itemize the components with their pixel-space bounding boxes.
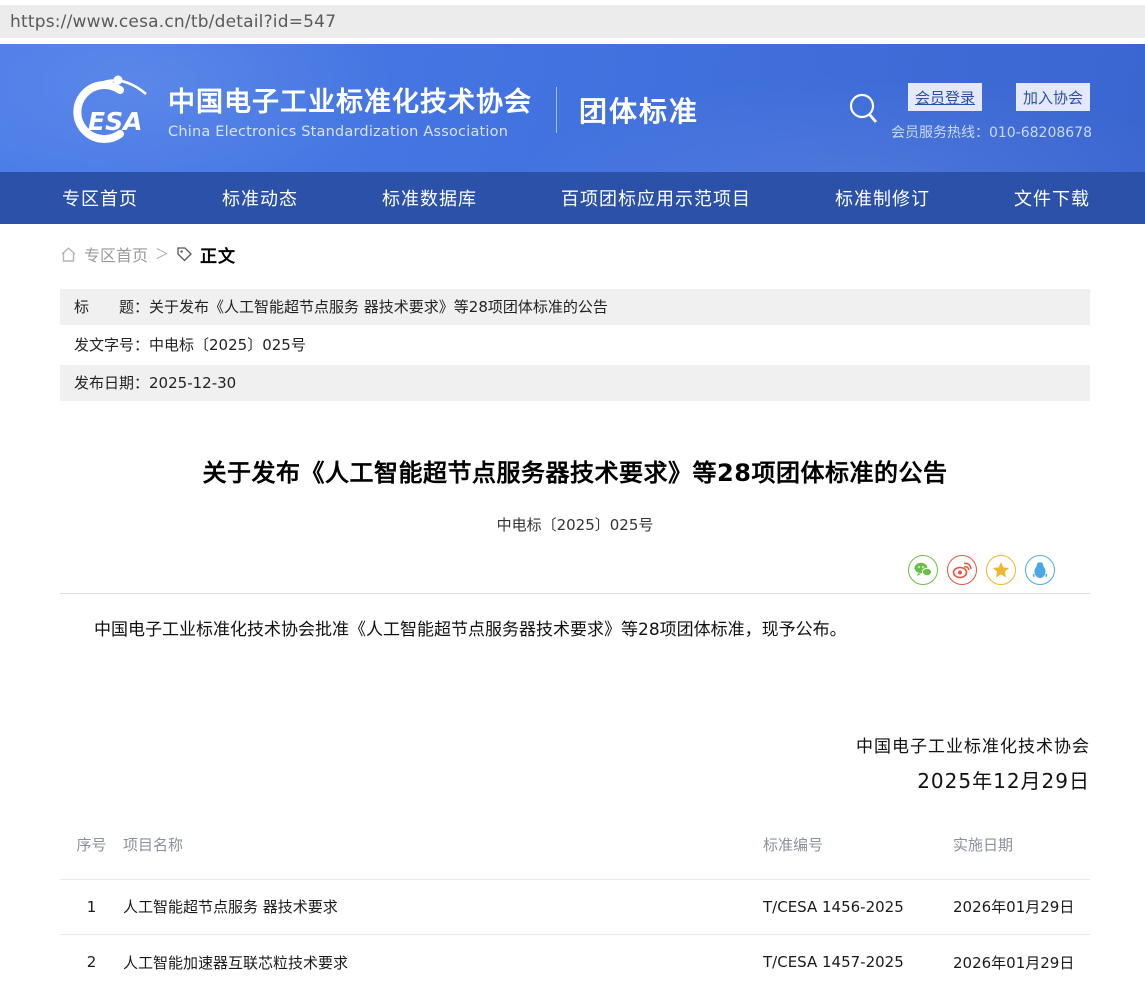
tag-icon (176, 246, 193, 263)
cesa-logo-icon[interactable]: ESA (58, 74, 162, 146)
share-qq-icon[interactable] (1025, 555, 1055, 585)
meta-title-row: 标 题：关于发布《人工智能超节点服务 器技术要求》等28项团体标准的公告 (60, 289, 1090, 325)
meta-date-label: 发布日期： (74, 374, 149, 392)
col-header-name: 项目名称 (123, 834, 763, 855)
col-header-code: 标准编号 (763, 834, 953, 855)
share-weibo-icon[interactable] (947, 555, 977, 585)
content-divider (60, 593, 1090, 594)
meta-date-value: 2025-12-30 (149, 374, 236, 392)
signature-org: 中国电子工业标准化技术协会 (60, 732, 1090, 757)
nav-item-standard-database[interactable]: 标准数据库 (382, 185, 477, 211)
header-branding: ESA 中国电子工业标准化技术协会 China Electronics Stan… (58, 74, 699, 146)
signature-date: 2025年12月29日 (60, 765, 1090, 794)
share-toolbar (60, 555, 1090, 585)
meta-title-label: 标 题： (74, 298, 149, 316)
home-icon (60, 246, 77, 263)
org-name-block: 中国电子工业标准化技术协会 China Electronics Standard… (168, 80, 532, 140)
cell-code: T/CESA 1457-2025 (763, 953, 953, 971)
breadcrumb: 专区首页 ＞ 正文 (60, 239, 1145, 269)
site-section-title: 团体标准 (579, 90, 699, 130)
nav-item-file-download[interactable]: 文件下载 (1014, 185, 1090, 211)
org-name-cn: 中国电子工业标准化技术协会 (168, 80, 532, 119)
header-divider (556, 87, 557, 133)
meta-docno-row: 发文字号：中电标〔2025〕025号 (60, 327, 1090, 363)
col-header-date: 实施日期 (953, 834, 1090, 855)
join-association-label: 加入协会 (1023, 87, 1083, 108)
cell-no: 1 (60, 898, 123, 916)
browser-chrome: https://www.cesa.cn/tb/detail?id=547 (0, 0, 1145, 38)
main-nav: 专区首页 标准动态 标准数据库 百项团标应用示范项目 标准制修订 文件下载 (0, 172, 1145, 224)
article-body: 中国电子工业标准化技术协会批准《人工智能超节点服务器技术要求》等28项团体标准，… (60, 618, 1090, 644)
breadcrumb-current: 正文 (200, 242, 236, 267)
article-signature: 中国电子工业标准化技术协会 2025年12月29日 (60, 732, 1090, 794)
nav-item-standard-revision[interactable]: 标准制修订 (835, 185, 930, 211)
col-header-no: 序号 (60, 834, 123, 855)
share-qzone-icon[interactable] (986, 555, 1016, 585)
meta-docno-value: 中电标〔2025〕025号 (149, 336, 306, 354)
article-title: 关于发布《人工智能超节点服务器技术要求》等28项团体标准的公告 (60, 453, 1090, 488)
content-area: 标 题：关于发布《人工智能超节点服务 器技术要求》等28项团体标准的公告 发文字… (60, 289, 1090, 990)
table-header-row: 序号 项目名称 标准编号 实施日期 (60, 834, 1090, 880)
breadcrumb-separator: ＞ (155, 244, 169, 264)
document-meta: 标 题：关于发布《人工智能超节点服务 器技术要求》等28项团体标准的公告 发文字… (60, 289, 1090, 401)
nav-item-standard-news[interactable]: 标准动态 (222, 185, 298, 211)
cell-no: 2 (60, 953, 123, 971)
header-buttons: 会员登录 加入协会 (908, 83, 1090, 111)
share-wechat-icon[interactable] (908, 555, 938, 585)
standards-table: 序号 项目名称 标准编号 实施日期 1 人工智能超节点服务 器技术要求 T/CE… (60, 834, 1090, 990)
breadcrumb-home-link[interactable]: 专区首页 (84, 242, 148, 266)
table-row[interactable]: 1 人工智能超节点服务 器技术要求 T/CESA 1456-2025 2026年… (60, 880, 1090, 935)
member-login-label: 会员登录 (915, 87, 975, 108)
meta-docno-label: 发文字号： (74, 336, 149, 354)
cell-name: 人工智能加速器互联芯粒技术要求 (123, 952, 763, 973)
svg-text:ESA: ESA (88, 107, 142, 136)
service-hotline: 会员服务热线：010-68208678 (891, 122, 1092, 142)
cell-date: 2026年01月29日 (953, 952, 1090, 973)
article-doc-number: 中电标〔2025〕025号 (60, 514, 1090, 535)
cell-code: T/CESA 1456-2025 (763, 898, 953, 916)
url-text: https://www.cesa.cn/tb/detail?id=547 (10, 12, 336, 32)
cell-date: 2026年01月29日 (953, 896, 1090, 917)
nav-item-demo-projects[interactable]: 百项团标应用示范项目 (561, 185, 751, 211)
meta-date-row: 发布日期：2025-12-30 (60, 365, 1090, 401)
cell-name: 人工智能超节点服务 器技术要求 (123, 896, 763, 917)
table-row[interactable]: 2 人工智能加速器互联芯粒技术要求 T/CESA 1457-2025 2026年… (60, 935, 1090, 990)
site-header: ESA 中国电子工业标准化技术协会 China Electronics Stan… (0, 44, 1145, 172)
search-icon[interactable] (848, 92, 880, 126)
org-name-en: China Electronics Standardization Associ… (168, 124, 532, 140)
meta-title-value: 关于发布《人工智能超节点服务 器技术要求》等28项团体标准的公告 (149, 298, 608, 316)
member-login-button[interactable]: 会员登录 (908, 83, 982, 111)
nav-item-home[interactable]: 专区首页 (62, 185, 138, 211)
join-association-button[interactable]: 加入协会 (1016, 83, 1090, 111)
url-bar[interactable]: https://www.cesa.cn/tb/detail?id=547 (0, 5, 1145, 38)
